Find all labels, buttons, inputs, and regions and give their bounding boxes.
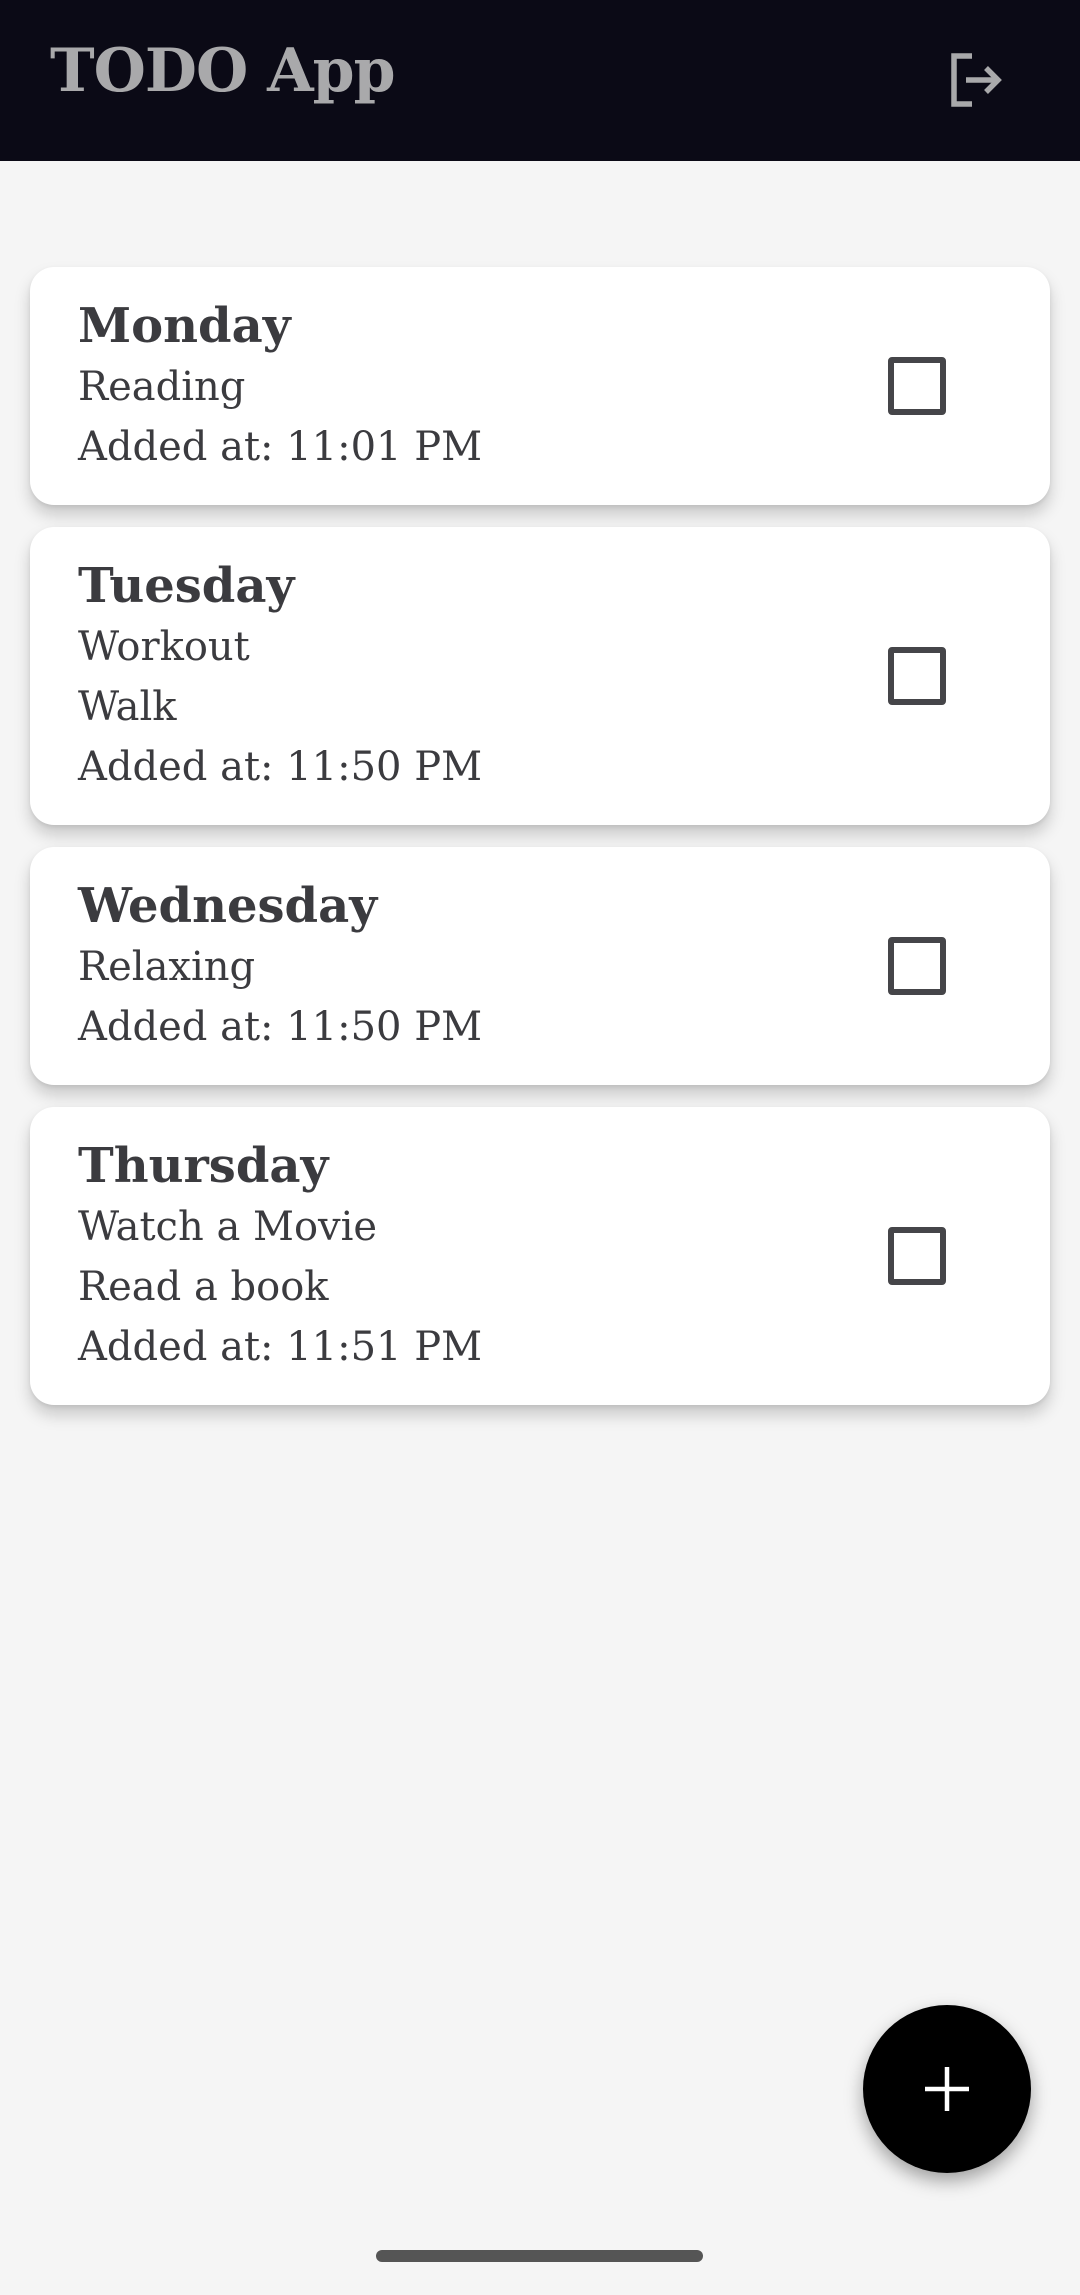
todo-day: Thursday <box>78 1138 329 1194</box>
todo-day: Tuesday <box>78 558 295 614</box>
todo-checkbox[interactable] <box>888 937 946 995</box>
todo-card[interactable]: Monday Reading Added at: 11:01 PM <box>30 267 1050 505</box>
plus-icon <box>925 2067 969 2111</box>
todo-task: Walk <box>78 684 177 730</box>
logout-icon <box>951 53 1002 107</box>
app-title: TODO App <box>50 36 396 106</box>
todo-task: Read a book <box>78 1264 329 1310</box>
todo-task: Watch a Movie <box>78 1204 378 1250</box>
todo-added-time: Added at: 11:50 PM <box>78 744 483 790</box>
todo-card[interactable]: Tuesday Workout Walk Added at: 11:50 PM <box>30 527 1050 825</box>
todo-task: Reading <box>78 364 246 410</box>
todo-task: Workout <box>78 624 250 670</box>
todo-checkbox[interactable] <box>888 357 946 415</box>
todo-list: Monday Reading Added at: 11:01 PM Tuesda… <box>30 267 1050 1427</box>
todo-added-time: Added at: 11:50 PM <box>78 1004 483 1050</box>
todo-day: Monday <box>78 298 291 354</box>
home-indicator[interactable] <box>376 2250 703 2262</box>
logout-button[interactable] <box>938 42 1014 118</box>
todo-added-time: Added at: 11:51 PM <box>78 1324 483 1370</box>
todo-added-time: Added at: 11:01 PM <box>78 424 483 470</box>
todo-checkbox[interactable] <box>888 647 946 705</box>
todo-day: Wednesday <box>78 878 378 934</box>
app-bar: TODO App <box>0 0 1080 161</box>
todo-task: Relaxing <box>78 944 256 990</box>
todo-checkbox[interactable] <box>888 1227 946 1285</box>
add-todo-button[interactable] <box>863 2005 1031 2173</box>
todo-card[interactable]: Thursday Watch a Movie Read a book Added… <box>30 1107 1050 1405</box>
todo-card[interactable]: Wednesday Relaxing Added at: 11:50 PM <box>30 847 1050 1085</box>
